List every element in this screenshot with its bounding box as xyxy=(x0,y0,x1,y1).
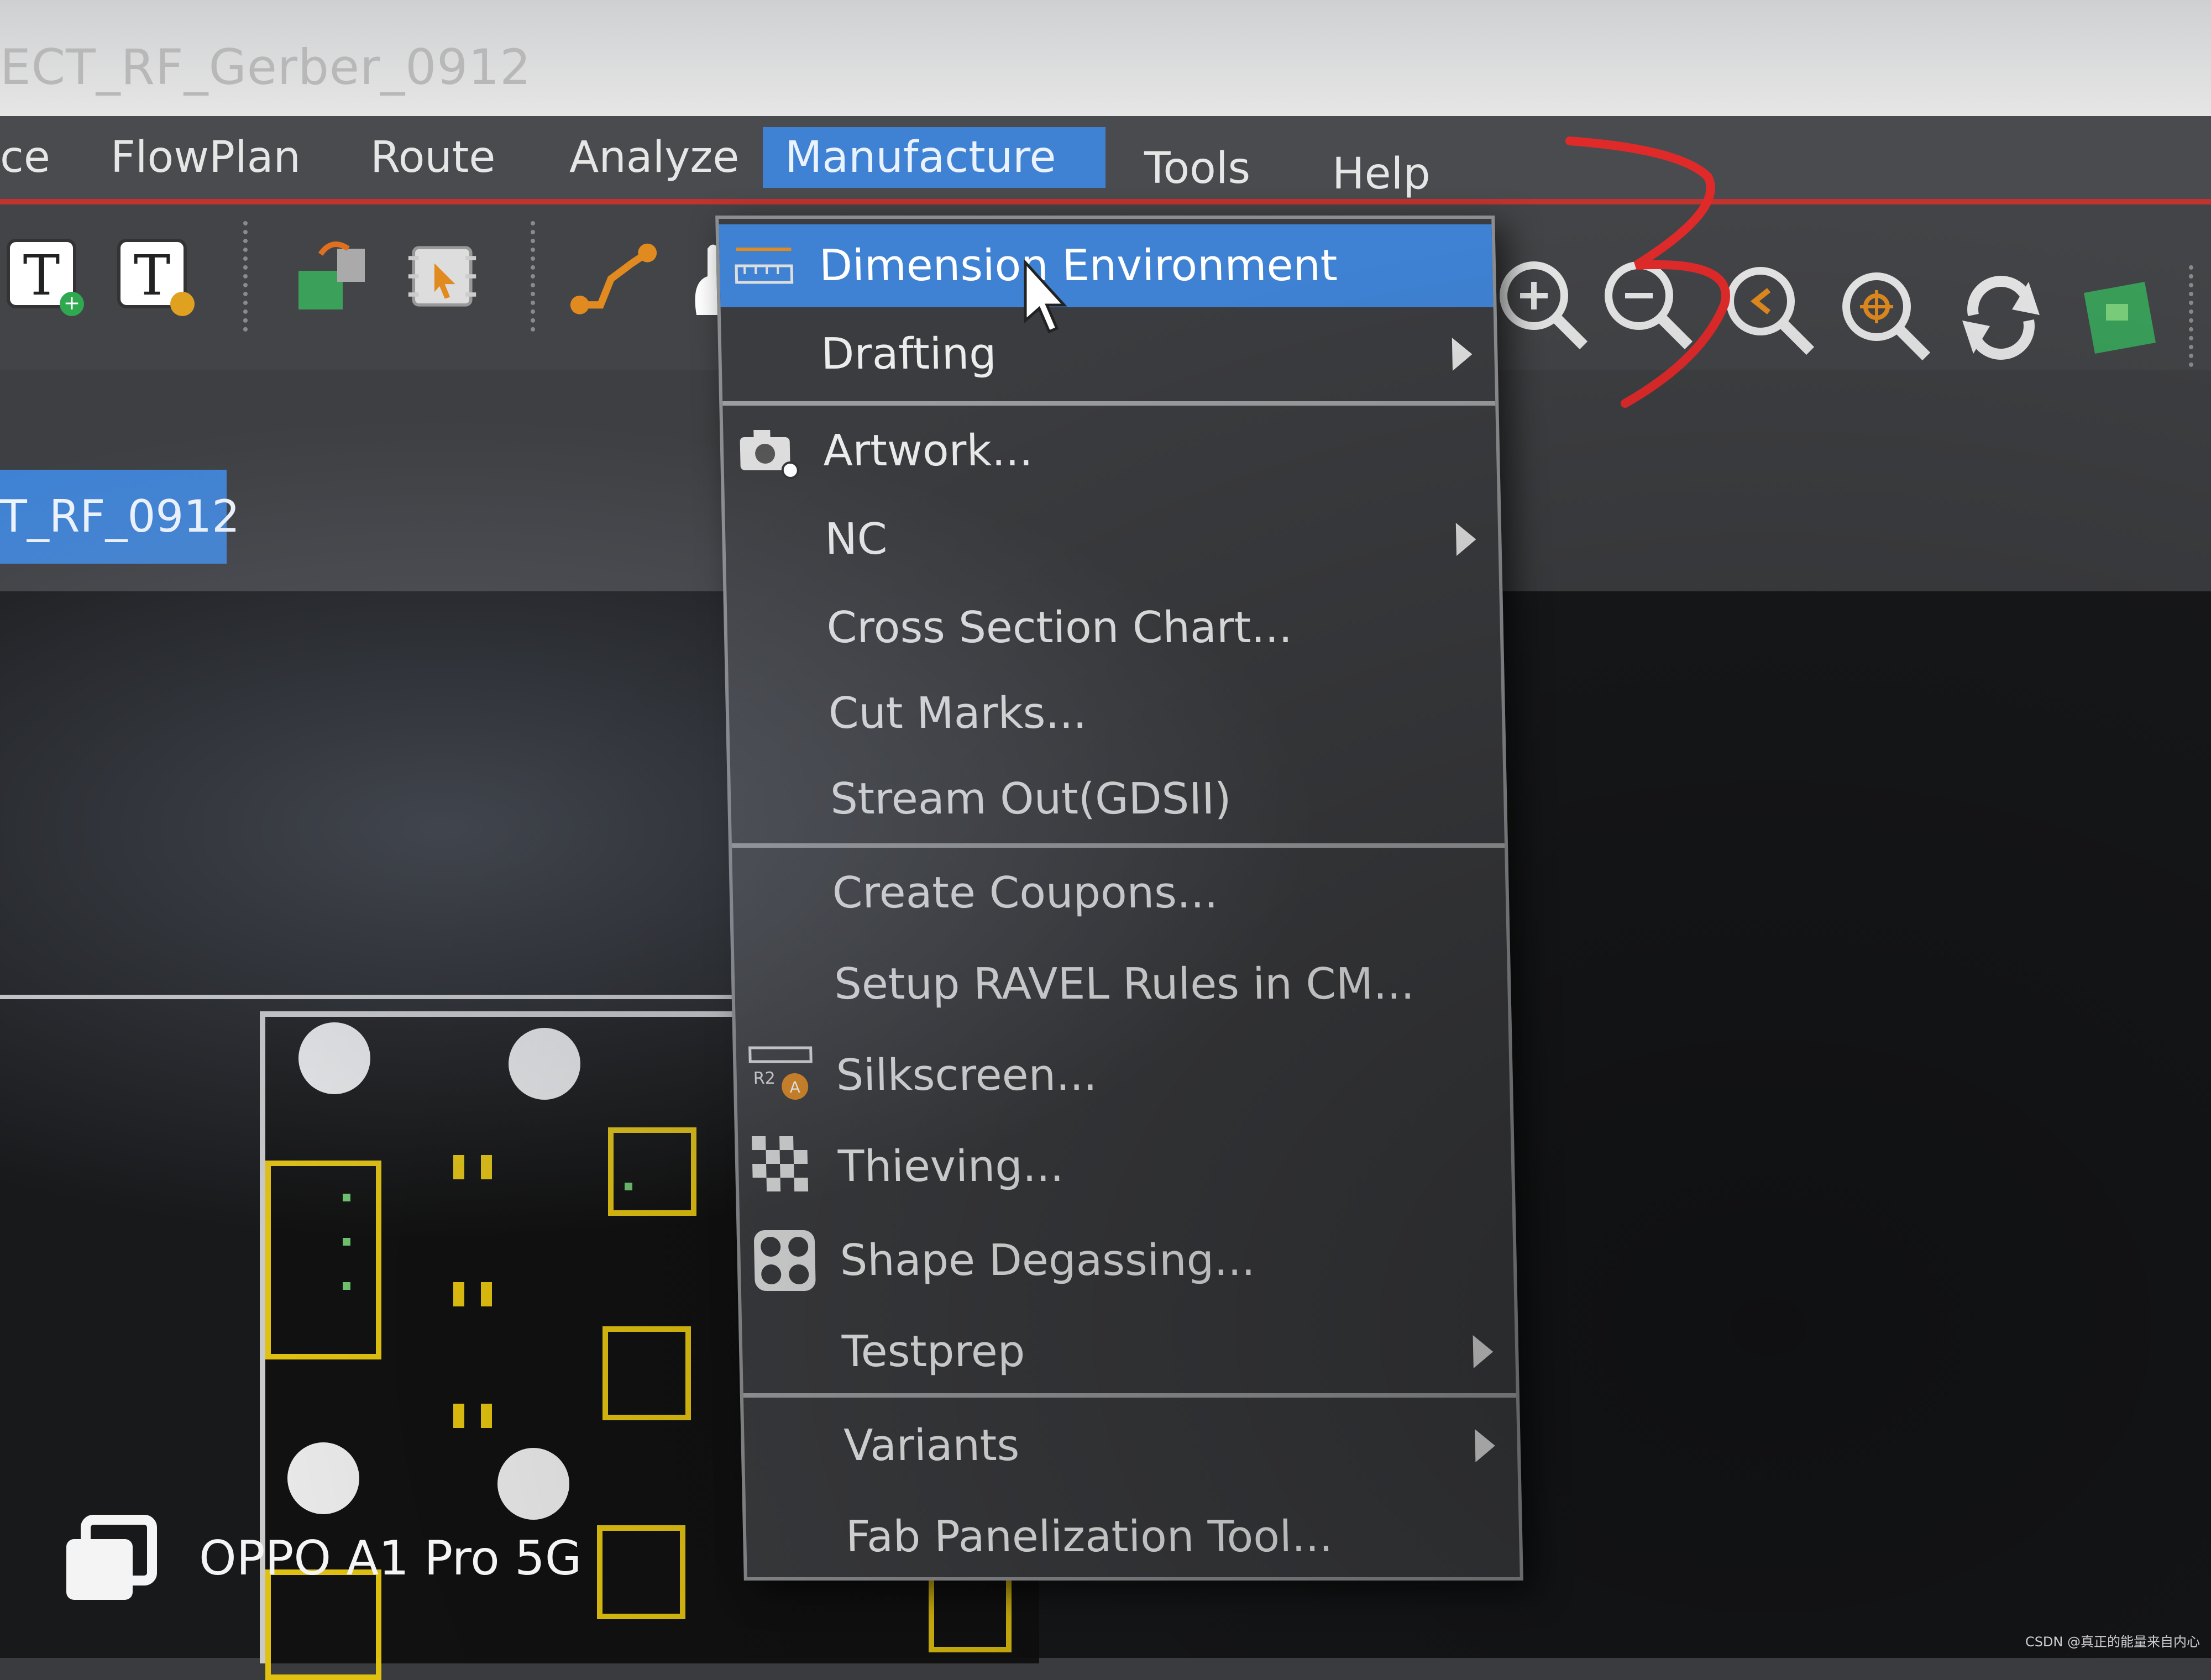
smd-pad xyxy=(481,1404,492,1428)
window-title: ECT_RF_Gerber_0912 xyxy=(0,39,531,96)
svg-text:T: T xyxy=(23,243,60,308)
toolbar-separator xyxy=(2189,265,2198,376)
ruler-icon xyxy=(730,233,798,299)
menu-item-artwork[interactable]: Artwork... xyxy=(722,410,1497,492)
toolbar-separator xyxy=(243,221,252,332)
component-outline[interactable] xyxy=(597,1525,685,1619)
mounting-hole xyxy=(497,1448,569,1520)
menu-item-label: Artwork... xyxy=(822,410,1033,492)
menu-item-silkscreen[interactable]: R2 A Silkscreen... xyxy=(736,1034,1510,1117)
svg-text:+: + xyxy=(64,292,80,314)
watermark-logo-icon xyxy=(61,1514,160,1603)
menu-item-dimension-environment[interactable]: Dimension Environment xyxy=(719,224,1493,307)
swap-component-icon[interactable] xyxy=(287,232,376,321)
smd-pad xyxy=(481,1282,492,1306)
menu-item-label: NC xyxy=(824,498,888,581)
menu-item-label: Cut Marks... xyxy=(827,672,1087,755)
menu-item-shape-degassing[interactable]: Shape Degassing... xyxy=(740,1219,1514,1302)
title-bar: ECT_RF_Gerber_0912 xyxy=(0,0,2211,119)
smd-pad xyxy=(453,1404,464,1428)
pin-marker xyxy=(343,1238,350,1246)
menu-separator xyxy=(743,1393,1516,1398)
silkscreen-icon: R2 A xyxy=(747,1042,815,1109)
menu-item-label: Silkscreen... xyxy=(835,1034,1098,1117)
menu-bar: ce FlowPlan Route Analyze Manufacture To… xyxy=(0,116,2211,204)
menu-place[interactable]: ce xyxy=(0,127,72,188)
menu-separator xyxy=(732,843,1505,848)
menu-flowplan[interactable]: FlowPlan xyxy=(88,127,323,188)
svg-text:T: T xyxy=(134,243,171,308)
mounting-hole xyxy=(298,1022,370,1094)
menu-item-label: Cross Section Chart... xyxy=(826,586,1293,669)
mounting-hole xyxy=(509,1028,580,1100)
camera-icon xyxy=(734,418,802,484)
route-connect-icon[interactable] xyxy=(569,232,658,321)
menu-item-create-coupons[interactable]: Create Coupons... xyxy=(732,852,1506,935)
svg-text:R2: R2 xyxy=(753,1069,776,1088)
menu-help[interactable]: Help xyxy=(1310,144,1453,204)
menu-item-fab-panelization-tool[interactable]: Fab Panelization Tool... xyxy=(746,1495,1520,1578)
toolbar-separator xyxy=(531,221,539,332)
menu-route[interactable]: Route xyxy=(348,127,517,188)
credit-text: CSDN @真正的能量来自内心 xyxy=(2025,1631,2200,1650)
menu-item-cross-section-chart[interactable]: Cross Section Chart... xyxy=(726,586,1501,669)
component-outline[interactable] xyxy=(602,1326,691,1420)
menu-separator xyxy=(722,401,1495,406)
camera-watermark: OPPO A1 Pro 5G xyxy=(61,1514,581,1603)
menu-item-nc[interactable]: NC xyxy=(725,498,1499,581)
menu-item-testprep[interactable]: Testprep xyxy=(742,1310,1516,1393)
mounting-hole xyxy=(287,1442,359,1514)
add-text-icon[interactable]: T+ xyxy=(0,232,88,321)
mouse-cursor-icon xyxy=(1023,260,1067,337)
submenu-arrow-icon xyxy=(1452,338,1473,371)
menu-item-label: Dimension Environment xyxy=(818,224,1338,307)
pin-marker xyxy=(343,1194,350,1201)
menu-item-label: Create Coupons... xyxy=(831,852,1218,935)
degassing-icon xyxy=(751,1227,819,1294)
svg-text:A: A xyxy=(789,1078,800,1096)
select-chip-icon[interactable] xyxy=(398,232,486,321)
edit-text-icon[interactable]: T xyxy=(111,232,199,321)
watermark-text: OPPO A1 Pro 5G xyxy=(199,1531,581,1586)
refresh-icon[interactable] xyxy=(1951,265,2051,365)
smd-pad xyxy=(481,1155,492,1179)
menu-item-setup-ravel-rules[interactable]: Setup RAVEL Rules in CM... xyxy=(734,943,1508,1026)
pin-marker xyxy=(625,1183,632,1190)
menu-item-label: Shape Degassing... xyxy=(839,1219,1256,1302)
menu-item-label: Thieving... xyxy=(837,1125,1065,1208)
component-outline[interactable] xyxy=(265,1161,381,1359)
smd-pad xyxy=(453,1282,464,1306)
component-outline[interactable] xyxy=(608,1127,696,1216)
submenu-arrow-icon xyxy=(1475,1429,1495,1462)
menu-item-label: Stream Out(GDSII) xyxy=(830,758,1232,841)
menu-item-stream-out[interactable]: Stream Out(GDSII) xyxy=(730,758,1505,841)
menu-manufacture[interactable]: Manufacture xyxy=(763,127,1106,188)
submenu-arrow-icon xyxy=(1473,1335,1494,1368)
menu-tools[interactable]: Tools xyxy=(1122,138,1272,199)
thieving-icon xyxy=(749,1133,817,1200)
menu-item-thieving[interactable]: Thieving... xyxy=(738,1125,1512,1208)
menu-item-label: Drafting xyxy=(820,313,997,396)
tab-design[interactable]: T_RF_0912 xyxy=(0,470,227,564)
menu-item-label: Setup RAVEL Rules in CM... xyxy=(834,943,1416,1026)
submenu-arrow-icon xyxy=(1456,523,1476,556)
menu-item-variants[interactable]: Variants xyxy=(743,1404,1518,1487)
menu-item-label: Testprep xyxy=(841,1310,1026,1393)
menu-item-drafting[interactable]: Drafting xyxy=(721,313,1495,396)
zoom-center-icon[interactable] xyxy=(1835,265,1935,365)
menu-analyze[interactable]: Analyze xyxy=(547,127,761,188)
board-outline-edge xyxy=(0,995,735,999)
component-outline[interactable] xyxy=(929,1569,1012,1652)
menu-item-label: Fab Panelization Tool... xyxy=(845,1495,1334,1578)
menu-item-label: Variants xyxy=(843,1404,1020,1487)
annotation-number-3 xyxy=(1559,127,1758,420)
pin-marker xyxy=(343,1282,350,1290)
smd-pad xyxy=(453,1155,464,1179)
manufacture-dropdown: Dimension Environment Drafting Artwork..… xyxy=(715,216,1523,1581)
board-view-icon[interactable] xyxy=(2067,271,2167,370)
menu-item-cut-marks[interactable]: Cut Marks... xyxy=(728,672,1502,755)
